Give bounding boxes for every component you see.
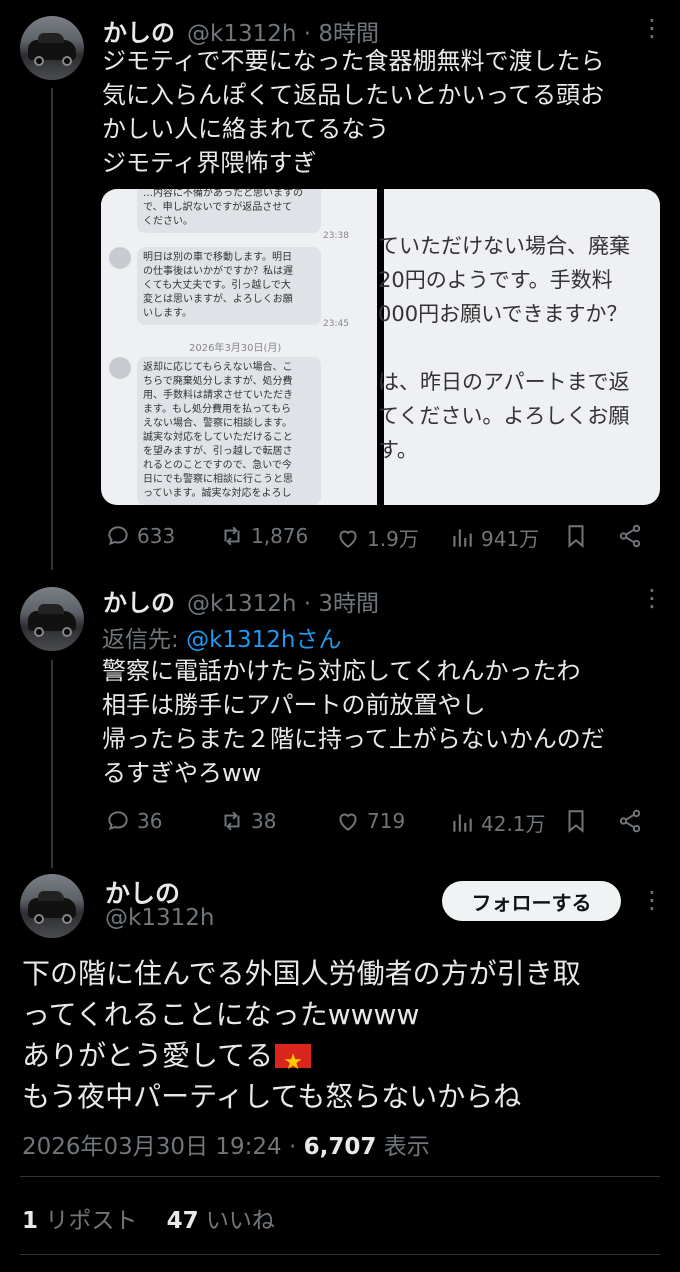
follow-button[interactable]: フォローする <box>442 881 621 921</box>
tweet-actions: 36 38 719 42.1万 <box>101 808 661 838</box>
reply-to-label: 返信先: <box>102 627 179 653</box>
chat-avatar <box>109 247 131 269</box>
avatar[interactable] <box>20 587 84 651</box>
divider <box>20 1176 660 1177</box>
view-label: 表示 <box>383 1134 430 1160</box>
reply-button[interactable]: 36 <box>105 808 162 834</box>
like-label: いいね <box>205 1208 275 1234</box>
reply-icon <box>108 811 128 831</box>
views-button[interactable]: 42.1万 <box>449 808 546 837</box>
author-name[interactable]: かしの <box>103 13 175 48</box>
chat-time: 23:45 <box>323 319 349 329</box>
tweet-media[interactable]: …内容に不備があったと思いますの で、申し訳ないですが返品させて ください。 2… <box>101 189 660 505</box>
author-name[interactable]: かしの <box>103 583 175 618</box>
repost-count: 38 <box>251 809 277 833</box>
heart-icon <box>339 813 357 831</box>
chat-date-separator: 2026年3月30日(月) <box>189 343 282 354</box>
share-button[interactable] <box>617 808 643 834</box>
like-button[interactable]: 1.9万 <box>335 523 419 552</box>
reply-count: 36 <box>137 809 163 833</box>
thread-line <box>51 88 53 570</box>
tweet-timestamp: 2026年03月30日 19:24 · 6,707 表示 <box>22 1127 430 1161</box>
divider <box>20 1254 660 1255</box>
bookmark-button[interactable] <box>563 523 589 549</box>
bookmark-button[interactable] <box>563 808 589 834</box>
avatar[interactable] <box>20 16 84 80</box>
author-handle-time[interactable]: @k1312h · 3時間 <box>187 584 379 618</box>
chat-time: 23:38 <box>323 231 349 241</box>
like-count: 719 <box>367 809 406 833</box>
like-count: 47 <box>166 1208 199 1234</box>
repost-stat[interactable]: 1 リポスト <box>22 1208 137 1234</box>
reply-icon <box>108 526 128 546</box>
chat-bubble: …内容に不備があったと思いますの で、申し訳ないですが返品させて ください。 <box>137 189 321 233</box>
more-options-icon[interactable]: ⋮ <box>640 14 664 42</box>
more-options-icon[interactable]: ⋮ <box>640 584 664 612</box>
chat-avatar <box>109 357 131 379</box>
media-right-text: ていただけない場合、廃棄 20円のようです。手数料 000円お願いできますか？ … <box>378 234 630 462</box>
tweet-text: 警察に電話かけたら対応してくれんかったわ 相手は勝手にアパートの前放置やし 帰っ… <box>102 657 605 787</box>
reply-count: 633 <box>137 524 176 548</box>
repost-button[interactable]: 38 <box>219 808 276 834</box>
repost-label: リポスト <box>45 1208 138 1234</box>
chat-bubble: 返却に応じてもらえない場合、こ ちらで廃棄処分しますが、処分費 用、手数料は請求… <box>137 357 321 505</box>
reply-button[interactable]: 633 <box>105 523 175 549</box>
bookmark-icon <box>568 810 584 833</box>
author-handle[interactable]: @k1312h <box>105 905 214 931</box>
avatar[interactable] <box>20 874 84 938</box>
view-count: 6,707 <box>303 1134 377 1160</box>
heart-icon <box>339 530 357 548</box>
reply-to-line: 返信先: @k1312hさん <box>102 620 342 654</box>
main-tweet-text: 下の階に住んでる外国人労働者の方が引き取 ってくれることになったwwww ありが… <box>22 953 662 1117</box>
view-count: 42.1万 <box>481 812 546 836</box>
like-count: 1.9万 <box>367 527 419 551</box>
separator: · <box>288 1134 297 1160</box>
vietnam-flag-icon <box>275 1042 312 1083</box>
bookmark-icon <box>568 525 584 548</box>
repost-count: 1,876 <box>251 524 309 548</box>
author-handle[interactable]: @k1312h <box>187 591 296 617</box>
tweet-time[interactable]: 3時間 <box>318 591 379 617</box>
share-icon <box>619 809 641 833</box>
share-icon <box>619 524 641 548</box>
tweet-actions: 633 1,876 1.9万 941万 <box>101 523 661 553</box>
separator: · <box>303 591 312 617</box>
views-button[interactable]: 941万 <box>449 523 539 552</box>
thread-line <box>51 660 53 868</box>
author-handle-time[interactable]: @k1312h · 8時間 <box>187 14 379 48</box>
media-image-right[interactable]: ていただけない場合、廃棄 20円のようです。手数料 000円お願いできますか？ … <box>378 189 660 505</box>
more-options-icon[interactable]: ⋮ <box>640 886 664 914</box>
views-icon <box>453 528 472 547</box>
engagement-stats: 1 リポスト 47 いいね <box>22 1201 275 1235</box>
reply-to-handle[interactable]: @k1312hさん <box>186 627 341 653</box>
chat-bubble: 明日は別の車で移動します。明日 の仕事後はいかがですか？私は遅 くても大丈夫です… <box>137 247 321 325</box>
views-icon <box>453 813 472 832</box>
repost-button[interactable]: 1,876 <box>219 523 308 549</box>
repost-icon <box>224 811 240 831</box>
tweet-text: ジモティで不要になった食器棚無料で渡したら 気に入らんぽくて返品したいとかいって… <box>102 47 605 177</box>
main-tweet-text-part: もう夜中パーティしても怒らないからね <box>22 1080 522 1113</box>
repost-icon <box>224 526 240 546</box>
share-button[interactable] <box>617 523 643 549</box>
media-image-left[interactable]: …内容に不備があったと思いますの で、申し訳ないですが返品させて ください。 2… <box>101 189 377 505</box>
view-count: 941万 <box>481 527 540 551</box>
repost-count: 1 <box>22 1208 39 1234</box>
like-stat[interactable]: 47 いいね <box>167 1208 275 1234</box>
tweet-datetime[interactable]: 2026年03月30日 19:24 <box>22 1134 282 1160</box>
like-button[interactable]: 719 <box>335 808 405 834</box>
